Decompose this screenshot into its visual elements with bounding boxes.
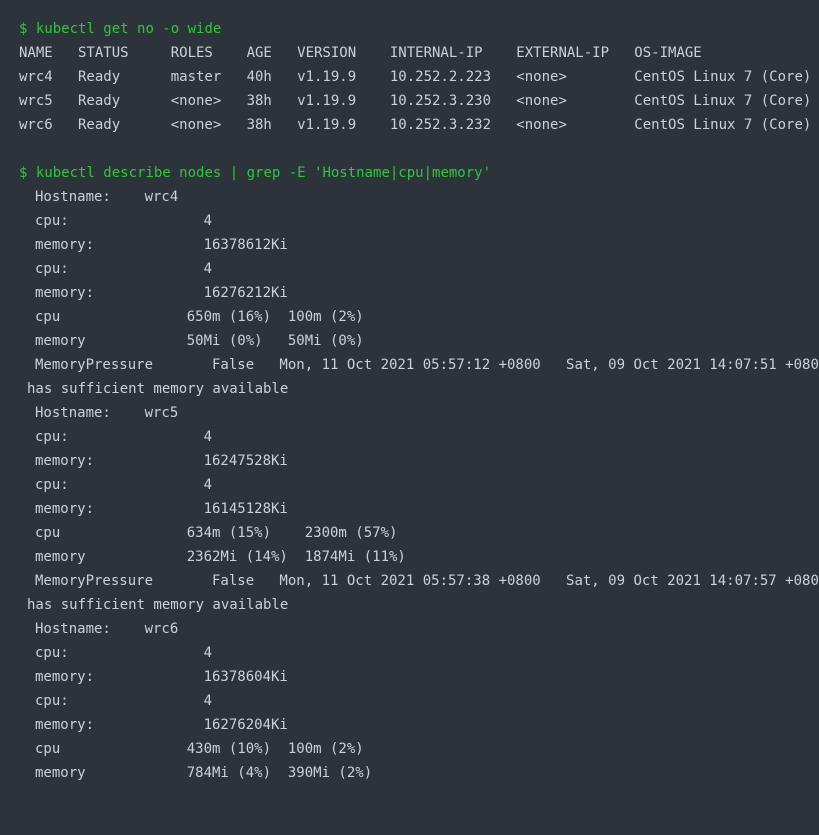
output-line: cpu: 4 <box>35 213 213 229</box>
output-line: cpu: 4 <box>35 261 213 277</box>
output-line: Hostname: wrc6 <box>35 621 179 637</box>
output-line: memory: 16247528Ki <box>35 453 288 469</box>
output-line: cpu 634m (15%) 2300m (57%) <box>35 525 398 541</box>
output-line: memory: 16276204Ki <box>35 717 288 733</box>
output-line: cpu: 4 <box>35 693 213 709</box>
output-line: memory: 16378604Ki <box>35 669 288 685</box>
output-line: cpu: 4 <box>35 477 213 493</box>
table-row: wrc5 Ready <none> 38h v1.19.9 10.252.3.2… <box>19 93 819 109</box>
output-line: memory 50Mi (0%) 50Mi (0%) <box>35 333 364 349</box>
output-line: memory: 16276212Ki <box>35 285 288 301</box>
table-row: wrc4 Ready master 40h v1.19.9 10.252.2.2… <box>19 69 819 85</box>
output-line: memory 784Mi (4%) 390Mi (2%) <box>35 765 373 781</box>
output-line: cpu: 4 <box>35 645 213 661</box>
output-line: memory: 16378612Ki <box>35 237 288 253</box>
output-line: has sufficient memory available <box>27 381 289 397</box>
output-line: Hostname: wrc5 <box>35 405 179 421</box>
output-line: memory 2362Mi (14%) 1874Mi (11%) <box>35 549 406 565</box>
prompt-symbol: $ <box>19 165 28 181</box>
output-line: cpu 430m (10%) 100m (2%) <box>35 741 364 757</box>
output-line: has sufficient memory available <box>27 597 289 613</box>
output-line: memory: 16145128Ki <box>35 501 288 517</box>
command-line-1: $ kubectl get no -o wide <box>19 17 819 41</box>
table-header: NAME STATUS ROLES AGE VERSION INTERNAL-I… <box>19 45 819 61</box>
terminal-output: $ kubectl get no -o wide NAME STATUS ROL… <box>19 17 819 785</box>
terminal-window: $ kubectl get no -o wide NAME STATUS ROL… <box>0 0 819 835</box>
prompt-symbol: $ <box>19 21 28 37</box>
output-line: cpu: 4 <box>35 429 213 445</box>
output-line: cpu 650m (16%) 100m (2%) <box>35 309 364 325</box>
output-line: MemoryPressure False Mon, 11 Oct 2021 05… <box>35 357 819 373</box>
command-text: kubectl describe nodes | grep -E 'Hostna… <box>35 165 492 181</box>
output-line: Hostname: wrc4 <box>35 189 179 205</box>
table-row: wrc6 Ready <none> 38h v1.19.9 10.252.3.2… <box>19 117 819 133</box>
output-line: MemoryPressure False Mon, 11 Oct 2021 05… <box>35 573 819 589</box>
command-text: kubectl get no -o wide <box>35 21 222 37</box>
command-line-2: $ kubectl describe nodes | grep -E 'Host… <box>19 161 819 185</box>
